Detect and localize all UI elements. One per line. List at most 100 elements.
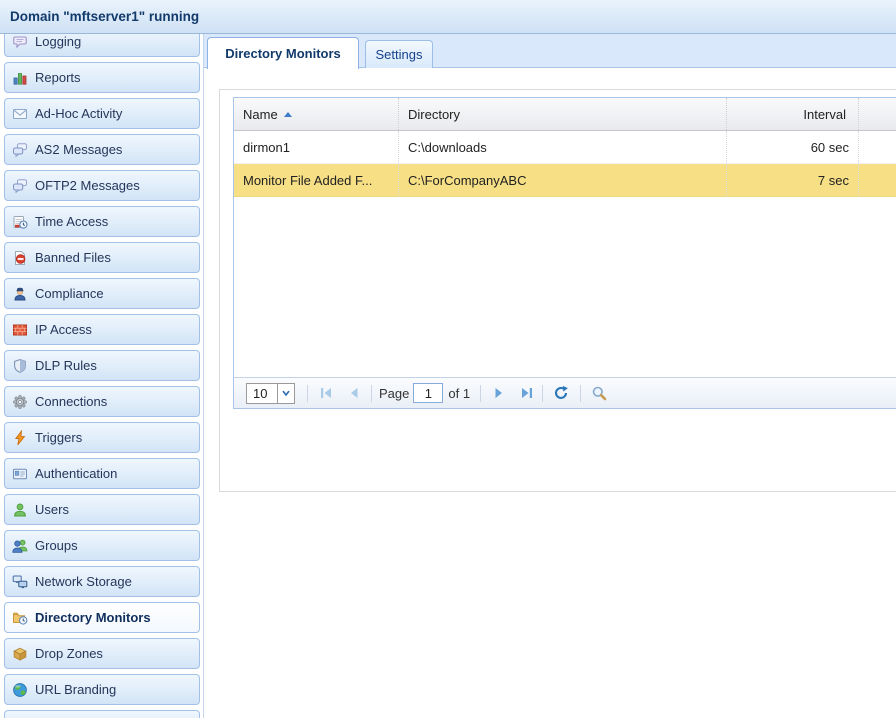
sort-asc-icon	[284, 112, 292, 117]
grid-cell: 7 sec	[727, 164, 859, 196]
grid-cell	[859, 131, 896, 163]
application-window: Domain "mftserver1" running Logging Repor…	[0, 0, 896, 718]
column-header-label: Interval	[803, 107, 846, 122]
id-card-icon	[12, 466, 28, 482]
tab-strip: Directory Monitors Settings	[204, 34, 896, 68]
column-header-name[interactable]: Name	[234, 98, 399, 130]
sidebar-item-label: AS2 Messages	[35, 142, 122, 157]
tab-settings[interactable]: Settings	[365, 40, 433, 68]
first-page-icon	[318, 385, 334, 401]
last-page-icon	[519, 385, 535, 401]
grid-cell: C:\downloads	[399, 131, 727, 163]
grid-cell: dirmon1	[234, 131, 399, 163]
column-header-empty[interactable]	[859, 98, 896, 130]
next-page-icon	[491, 385, 507, 401]
directory-monitors-panel: Name Directory Interval dirmon1C:\download…	[219, 89, 896, 492]
sidebar-item-label: Groups	[35, 538, 78, 553]
sidebar-item-ip-access[interactable]: IP Access	[4, 314, 200, 345]
sidebar-item-label: Time Access	[35, 214, 108, 229]
toolbar-separator	[580, 385, 581, 402]
sidebar-item-label: Logging	[35, 34, 81, 49]
sidebar-item-label: DLP Rules	[35, 358, 97, 373]
gear-icon	[12, 394, 28, 410]
sidebar-item-compliance[interactable]: Compliance	[4, 278, 200, 309]
user-icon	[12, 502, 28, 518]
column-header-interval[interactable]: Interval	[727, 98, 859, 130]
paging-toolbar: 10 Page of 1	[234, 377, 896, 408]
sidebar-item-groups[interactable]: Groups	[4, 530, 200, 561]
domain-title-bar: Domain "mftserver1" running	[0, 0, 896, 34]
sidebar-item-reports[interactable]: Reports	[4, 62, 200, 93]
sidebar-item-ad-hoc-activity[interactable]: Ad-Hoc Activity	[4, 98, 200, 129]
sidebar-item-triggers[interactable]: Triggers	[4, 422, 200, 453]
grid-row-dirmon1[interactable]: dirmon1C:\downloads60 sec	[234, 131, 896, 164]
sidebar-item-time-access[interactable]: Time Access	[4, 206, 200, 237]
sidebar-item-label: Compliance	[35, 286, 104, 301]
search-button[interactable]	[591, 385, 607, 401]
page-number-input[interactable]	[413, 383, 443, 403]
first-page-button[interactable]	[318, 385, 334, 401]
prev-page-button[interactable]	[346, 385, 362, 401]
sidebar-item-dlp-rules[interactable]: DLP Rules	[4, 350, 200, 381]
sidebar-item-authentication[interactable]: Authentication	[4, 458, 200, 489]
sidebar-item-label: Authentication	[35, 466, 117, 481]
page-size-dropdown-button[interactable]	[277, 384, 294, 403]
sidebar-item-users[interactable]: Users	[4, 494, 200, 525]
prev-page-icon	[346, 385, 362, 401]
navigation-sidebar: Logging Reports Ad-Hoc Activity AS2 Message…	[0, 34, 204, 718]
sidebar-item-directory-monitors[interactable]: Directory Monitors	[4, 602, 200, 633]
sidebar-item-url-branding[interactable]: URL Branding	[4, 674, 200, 705]
lightning-icon	[12, 430, 28, 446]
domain-status-title: Domain "mftserver1" running	[10, 9, 199, 24]
last-page-button[interactable]	[519, 385, 535, 401]
refresh-icon	[553, 385, 569, 401]
sidebar-item-label: OFTP2 Messages	[35, 178, 140, 193]
column-header-directory[interactable]: Directory	[399, 98, 727, 130]
messages-icon	[12, 178, 28, 194]
page-count-label: of 1	[448, 386, 470, 401]
sidebar-item-label: Drop Zones	[35, 646, 103, 661]
tab-directory-monitors[interactable]: Directory Monitors	[207, 37, 359, 69]
page-size-value: 10	[247, 384, 277, 403]
bar-chart-icon	[12, 70, 28, 86]
tab-content: Name Directory Interval dirmon1C:\download…	[204, 68, 896, 718]
page-size-select[interactable]: 10	[246, 383, 295, 404]
grid-header: Name Directory Interval	[234, 98, 896, 131]
sidebar-item-banned-files[interactable]: Banned Files	[4, 242, 200, 273]
chevron-down-icon	[280, 387, 292, 399]
messages-icon	[12, 142, 28, 158]
folder-clock-icon	[12, 610, 28, 626]
sidebar-item-as2-messages[interactable]: AS2 Messages	[4, 134, 200, 165]
sidebar-item-label: Connections	[35, 394, 107, 409]
banned-file-icon	[12, 250, 28, 266]
column-header-label: Name	[243, 107, 278, 122]
sidebar-item-oftp2-messages[interactable]: OFTP2 Messages	[4, 170, 200, 201]
search-icon	[591, 385, 607, 401]
toolbar-separator	[480, 385, 481, 402]
toolbar-separator	[542, 385, 543, 402]
directory-monitors-grid: Name Directory Interval dirmon1C:\download…	[233, 97, 896, 409]
sidebar-item-label: Triggers	[35, 430, 82, 445]
calendar-clock-icon	[12, 214, 28, 230]
sidebar-item-connections[interactable]: Connections	[4, 386, 200, 417]
sidebar-item-partial[interactable]	[4, 710, 200, 718]
sidebar-item-drop-zones[interactable]: Drop Zones	[4, 638, 200, 669]
sidebar-item-label: Network Storage	[35, 574, 132, 589]
tab-label: Directory Monitors	[225, 46, 341, 61]
refresh-button[interactable]	[553, 385, 569, 401]
group-icon	[12, 538, 28, 554]
grid-cell: C:\ForCompanyABC	[399, 164, 727, 196]
sidebar-item-label: Reports	[35, 70, 81, 85]
next-page-button[interactable]	[491, 385, 507, 401]
main-panel: Directory Monitors Settings Name Directory…	[204, 34, 896, 718]
toolbar-separator	[371, 385, 372, 402]
sidebar-item-network-storage[interactable]: Network Storage	[4, 566, 200, 597]
sidebar-item-label: Ad-Hoc Activity	[35, 106, 122, 121]
column-header-label: Directory	[408, 107, 460, 122]
grid-body: dirmon1C:\downloads60 secMonitor File Ad…	[234, 131, 896, 197]
sidebar-item-logging[interactable]: Logging	[4, 34, 200, 57]
officer-icon	[12, 286, 28, 302]
sidebar-item-label: IP Access	[35, 322, 92, 337]
grid-row-monitor-file-added-f[interactable]: Monitor File Added F...C:\ForCompanyABC7…	[234, 164, 896, 197]
computers-icon	[12, 574, 28, 590]
